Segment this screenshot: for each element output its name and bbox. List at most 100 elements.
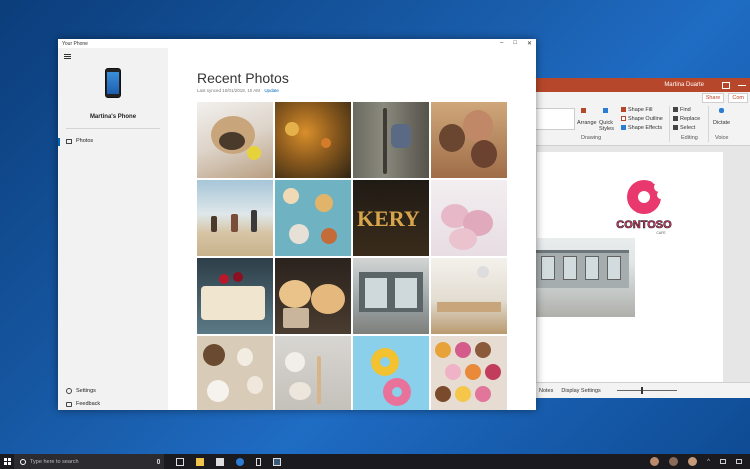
sidebar: Martina's Phone Photos Settings Feedback [58, 48, 168, 410]
find-label: Find [680, 107, 691, 113]
photo-thumbnail[interactable] [431, 336, 507, 410]
system-tray: ^ [650, 457, 750, 466]
edge-icon[interactable] [236, 457, 244, 466]
tray-overflow-icon[interactable]: ^ [707, 459, 710, 465]
photo-thumbnail[interactable] [275, 336, 351, 410]
storefront-window [541, 256, 555, 280]
ribbon-display-icon[interactable] [722, 81, 730, 89]
maximize-button[interactable]: □ [513, 40, 517, 47]
taskbar: Type here to search ^ [0, 454, 750, 469]
people-avatar[interactable] [669, 457, 679, 466]
phone-name: Martina's Phone [89, 114, 137, 120]
replace-button[interactable]: Replace [673, 116, 700, 122]
photo-thumbnail[interactable] [197, 102, 273, 178]
shape-effects-button[interactable]: Shape Effects [621, 125, 662, 131]
photo-thumbnail[interactable] [353, 102, 429, 178]
file-explorer-icon[interactable] [196, 457, 204, 466]
people-avatar[interactable] [688, 457, 698, 466]
search-placeholder: Type here to search [30, 458, 79, 465]
minimize-button[interactable]: – [500, 40, 503, 47]
dragged-photo[interactable] [519, 238, 635, 317]
task-view-icon[interactable] [176, 457, 184, 466]
sidebar-item-label: Settings [76, 388, 96, 394]
storefront-window [563, 256, 577, 280]
photo-thumbnail[interactable] [431, 180, 507, 256]
last-synced-text: Last synced 10/01/2018, 10 AM Update [197, 88, 279, 93]
replace-label: Replace [680, 116, 701, 122]
find-button[interactable]: Find [673, 107, 691, 113]
active-indicator [58, 138, 60, 146]
minimize-icon[interactable] [738, 84, 746, 86]
cortana-icon [20, 458, 26, 465]
arrange-button[interactable]: Arrange [577, 120, 597, 126]
comments-button[interactable]: Com [728, 93, 748, 103]
drawing-group-label: Drawing [581, 135, 602, 141]
shape-outline-label: Shape Outline [628, 116, 663, 122]
status-bar: Notes Display Settings [533, 382, 750, 398]
shapes-gallery[interactable] [535, 108, 575, 130]
close-button[interactable]: ✕ [527, 40, 532, 47]
taskbar-apps [176, 457, 281, 466]
phone-icon [105, 68, 121, 98]
powerpoint-titlebar: Martina Duarte [533, 78, 750, 92]
start-button[interactable] [0, 454, 14, 469]
sidebar-item-label: Feedback [76, 401, 101, 407]
people-avatar[interactable] [650, 457, 660, 466]
select-button[interactable]: Select [673, 125, 695, 131]
logo-subtext: CAFE [656, 231, 666, 235]
taskbar-search[interactable]: Type here to search [14, 454, 164, 469]
store-icon[interactable] [216, 457, 224, 466]
your-phone-window[interactable]: Your Phone – □ ✕ Martina's Phone Photos … [58, 39, 536, 410]
photo-thumbnail[interactable] [197, 336, 273, 410]
photo-thumbnail[interactable] [431, 102, 507, 178]
photo-thumbnail[interactable] [275, 102, 351, 178]
dictate-button[interactable]: Dictate [713, 120, 730, 126]
ribbon-separator [708, 106, 709, 142]
network-icon[interactable] [720, 459, 726, 464]
shape-fill-label: Shape Fill [628, 107, 653, 113]
hamburger-menu-icon[interactable] [64, 54, 71, 59]
sidebar-item-feedback[interactable]: Feedback [66, 401, 100, 407]
shape-fill-button[interactable]: Shape Fill [621, 107, 652, 113]
display-settings-button[interactable]: Display Settings [561, 388, 600, 394]
ribbon: Arrange Quick Styles Shape Fill Shape Ou… [533, 104, 750, 146]
feedback-icon [66, 401, 72, 407]
storefront-window [585, 256, 599, 280]
svg-text:KERY: KERY [357, 206, 420, 231]
photo-thumbnail[interactable]: KERY [353, 180, 429, 256]
update-link[interactable]: Update [264, 88, 279, 93]
notes-button[interactable]: Notes [539, 388, 553, 394]
gear-icon [66, 388, 72, 394]
windows-logo-icon [3, 458, 11, 465]
sidebar-item-settings[interactable]: Settings [66, 388, 96, 394]
sidebar-item-label: Photos [76, 138, 94, 144]
arrange-icon[interactable] [581, 108, 588, 114]
photo-grid: KERY [197, 102, 507, 410]
photo-thumbnail[interactable] [353, 336, 429, 410]
photo-thumbnail[interactable] [431, 258, 507, 334]
voice-group-label: Voice [715, 135, 729, 141]
photo-thumbnail[interactable] [275, 180, 351, 256]
photo-thumbnail[interactable] [275, 258, 351, 334]
photo-thumbnail[interactable] [197, 180, 273, 256]
photos-taskbar-icon[interactable] [273, 457, 281, 466]
last-synced-label: Last synced 10/01/2018, 10 AM [197, 88, 261, 93]
your-phone-titlebar[interactable]: Your Phone – □ ✕ [58, 39, 536, 48]
bakery-sign-image: KERY [357, 206, 420, 231]
photo-thumbnail[interactable] [353, 258, 429, 334]
zoom-slider[interactable] [616, 387, 677, 394]
share-button[interactable]: Share [701, 93, 725, 103]
microphone-icon[interactable] [719, 108, 726, 114]
volume-icon[interactable] [736, 459, 742, 464]
sidebar-divider [66, 128, 160, 129]
sidebar-item-photos[interactable]: Photos [66, 138, 93, 144]
quick-styles-button[interactable]: Quick Styles [599, 120, 617, 132]
your-phone-taskbar-icon[interactable] [256, 457, 261, 466]
page-title: Recent Photos [197, 70, 289, 86]
user-name: Martina Duarte [664, 82, 704, 88]
microphone-icon[interactable] [157, 459, 160, 464]
quick-styles-icon[interactable] [603, 108, 610, 114]
share-bar: Share Com [533, 92, 750, 104]
shape-outline-button[interactable]: Shape Outline [621, 116, 663, 122]
photo-thumbnail[interactable] [197, 258, 273, 334]
